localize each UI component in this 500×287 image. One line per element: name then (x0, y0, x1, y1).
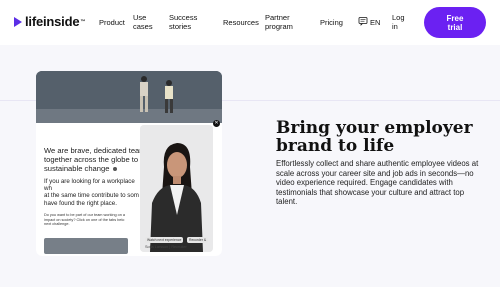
free-trial-button[interactable]: Free trial (424, 7, 486, 38)
preview-paragraph: If you are looking for a workplace wh at… (44, 178, 139, 207)
nav-use-cases[interactable]: Use cases (133, 13, 153, 31)
carousel-dot[interactable] (113, 167, 117, 171)
preview-small-text: Do you want to be part of our team worki… (44, 213, 126, 227)
nav-success-stories[interactable]: Success stories (169, 13, 197, 31)
employee-portrait (140, 125, 213, 252)
video-caption: Sofia Larsson | Recruiter (145, 245, 187, 249)
login-link[interactable]: Log in (392, 13, 405, 31)
preview-headline: We are brave, dedicated team together ac… (44, 146, 146, 173)
close-icon[interactable]: ✕ (213, 120, 220, 127)
watch-next-button[interactable]: Watch next experience (145, 237, 184, 243)
nav-product[interactable]: Product (99, 18, 125, 27)
recorder-button[interactable]: Recorder & (187, 237, 209, 243)
top-navigation: lifeinside™ Product Use cases Success stor… (0, 0, 500, 45)
career-site-banner (36, 71, 222, 131)
hero-title: Bring your employer brand to life (276, 118, 473, 156)
nav-resources[interactable]: Resources (223, 18, 259, 27)
banner-people-illustration (36, 71, 222, 131)
globe-chat-icon[interactable] (358, 16, 368, 26)
language-selector[interactable]: EN (370, 18, 380, 27)
logo-text: lifeinside™ (25, 14, 86, 29)
brand-logo[interactable]: lifeinside™ (14, 15, 85, 29)
play-triangle-icon (14, 17, 22, 27)
employee-video-player[interactable]: Watch next experience Recorder & Sofia L… (140, 125, 213, 252)
nav-partner-program[interactable]: Partner program (265, 13, 293, 31)
hero-description: Effortlessly collect and share authentic… (276, 159, 479, 207)
nav-pricing[interactable]: Pricing (320, 18, 343, 27)
preview-tab-bar[interactable] (44, 238, 128, 254)
